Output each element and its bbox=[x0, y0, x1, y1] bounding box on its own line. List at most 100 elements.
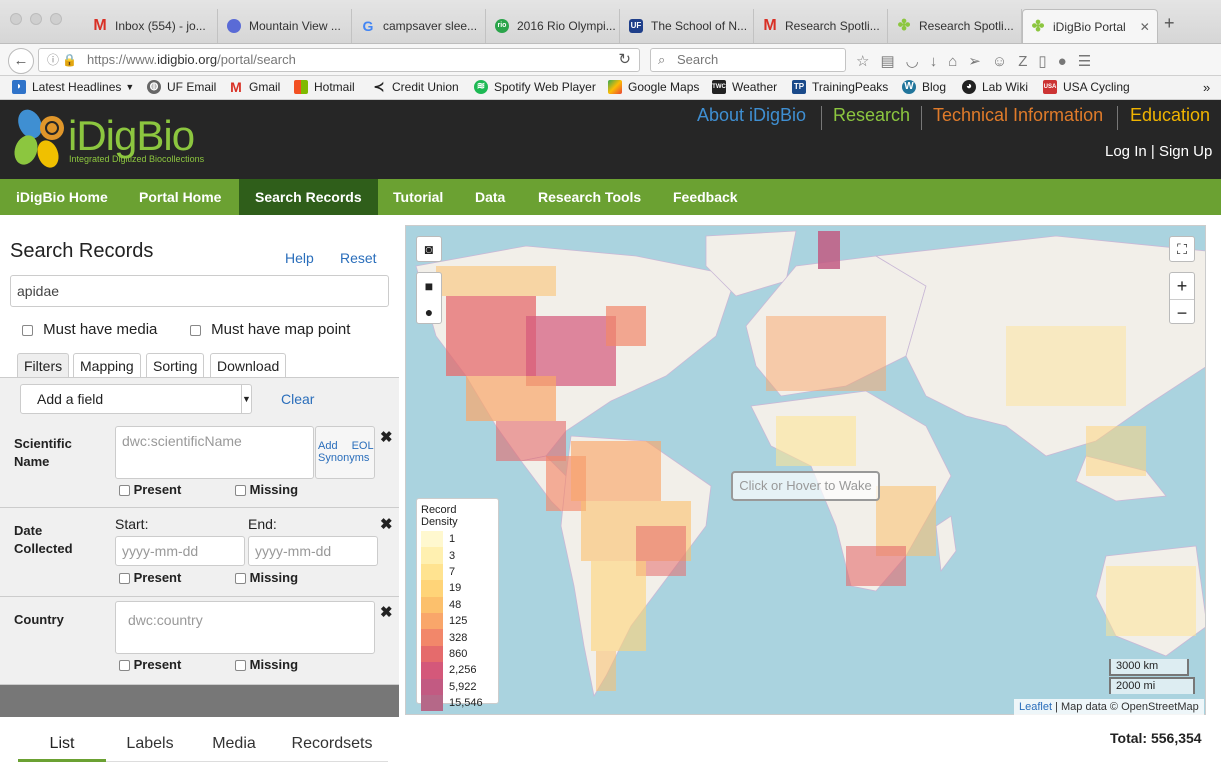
bookmark-hotmail[interactable]: Hotmail bbox=[294, 80, 355, 94]
nav-data[interactable]: Data bbox=[459, 179, 521, 215]
nav-idigbio-home[interactable]: iDigBio Home bbox=[0, 179, 124, 215]
tab-download[interactable]: Download bbox=[210, 353, 287, 377]
bookmark-trainingpeaks[interactable]: TP TrainingPeaks bbox=[792, 80, 888, 94]
fullscreen-icon[interactable]: ⛶ bbox=[1169, 236, 1195, 262]
tab-media[interactable]: Media bbox=[198, 728, 270, 762]
bookmark-gmail[interactable]: M Gmail bbox=[229, 80, 280, 94]
close-filter-icon[interactable]: ✖ bbox=[380, 603, 393, 621]
tab-filters[interactable]: Filters bbox=[17, 353, 70, 377]
topnav-about[interactable]: About iDigBio bbox=[697, 105, 806, 126]
zoom-in-icon[interactable]: + bbox=[1170, 273, 1194, 300]
nav-feedback[interactable]: Feedback bbox=[657, 179, 754, 215]
browser-tab[interactable]: M Inbox (554) - jo... bbox=[85, 9, 218, 43]
reset-link[interactable]: Reset bbox=[340, 250, 377, 266]
present-checkbox[interactable] bbox=[119, 660, 130, 672]
bookmark-latest-headlines[interactable]: ◗ Latest Headlines ▼ bbox=[12, 80, 134, 94]
window-zoom-button[interactable] bbox=[50, 13, 62, 25]
topnav-technical[interactable]: Technical Information bbox=[933, 105, 1103, 126]
bookmark-spotify[interactable]: ≋ Spotify Web Player bbox=[474, 80, 596, 94]
idigbio-logo-icon[interactable] bbox=[8, 104, 70, 172]
nav-search-records[interactable]: Search Records bbox=[239, 179, 378, 215]
present-checkbox[interactable] bbox=[119, 573, 130, 585]
site-info-icon[interactable]: ⓘ 🔒 bbox=[47, 49, 77, 71]
reload-icon[interactable]: ↻ bbox=[618, 49, 631, 71]
close-filter-icon[interactable]: ✖ bbox=[380, 515, 393, 533]
map-wake-overlay[interactable]: Click or Hover to Wake bbox=[731, 471, 880, 501]
browser-tab[interactable]: rio 2016 Rio Olympi... bbox=[487, 9, 620, 43]
add-field-select[interactable]: Add a field ▼ bbox=[20, 384, 252, 414]
bookmark-google-maps[interactable]: Google Maps bbox=[608, 80, 699, 94]
tab-labels[interactable]: Labels bbox=[110, 728, 190, 762]
bookmark-weather[interactable]: TWC Weather bbox=[712, 80, 777, 94]
extension-icon[interactable]: ● bbox=[1058, 53, 1078, 70]
new-tab-icon[interactable]: + bbox=[1164, 13, 1175, 34]
url-bar[interactable]: ⓘ 🔒 https://www.idigbio.org/portal/searc… bbox=[38, 48, 640, 72]
menu-icon[interactable]: ☰ bbox=[1078, 53, 1102, 70]
add-eol-synonyms-button[interactable]: Add EOL Synonyms bbox=[315, 426, 375, 479]
draw-rectangle-icon[interactable]: ■ bbox=[417, 273, 441, 299]
pocket-icon[interactable]: ◡ bbox=[906, 53, 930, 70]
panel-resize-handle[interactable] bbox=[0, 685, 399, 717]
bookmark-star-icon[interactable]: ☆ bbox=[856, 53, 880, 70]
missing-checkbox[interactable] bbox=[235, 660, 246, 672]
back-arrow-icon[interactable]: ← bbox=[8, 48, 34, 74]
nav-research-tools[interactable]: Research Tools bbox=[522, 179, 657, 215]
window-minimize-button[interactable] bbox=[30, 13, 42, 25]
topnav-research[interactable]: Research bbox=[833, 105, 910, 126]
bookmark-usa-cycling[interactable]: USA USA Cycling bbox=[1043, 80, 1130, 94]
browser-tab[interactable]: UF The School of N... bbox=[621, 9, 754, 43]
browser-tab[interactable]: G campsaver slee... bbox=[353, 9, 486, 43]
tab-list[interactable]: List bbox=[18, 728, 106, 762]
missing-checkbox[interactable] bbox=[235, 485, 246, 497]
zoom-out-icon[interactable]: − bbox=[1170, 300, 1194, 326]
nav-tutorial[interactable]: Tutorial bbox=[377, 179, 459, 215]
more-bookmarks-icon[interactable]: » bbox=[1203, 80, 1210, 95]
present-checkbox[interactable] bbox=[119, 485, 130, 497]
login-link[interactable]: Log In bbox=[1105, 143, 1147, 160]
bookmark-uf-email[interactable]: ◍ UF Email bbox=[147, 80, 216, 94]
search-input[interactable]: apidae bbox=[10, 275, 389, 307]
browser-tab[interactable]: Mountain View ... bbox=[219, 9, 352, 43]
send-icon[interactable]: ➢ bbox=[968, 53, 992, 70]
scientific-name-input[interactable]: dwc:scientificName bbox=[115, 426, 314, 479]
signup-link[interactable]: Sign Up bbox=[1159, 143, 1212, 160]
tab-mapping[interactable]: Mapping bbox=[73, 353, 141, 377]
logo-wordmark[interactable]: iDigBio bbox=[68, 112, 195, 160]
bookmark-credit-union[interactable]: ≺ Credit Union bbox=[372, 80, 459, 95]
topnav-divider bbox=[921, 106, 922, 130]
reading-list-icon[interactable]: ▤ bbox=[880, 53, 905, 70]
browser-search-input[interactable]: ⌕ Search bbox=[650, 48, 846, 72]
tab-label: Research Spotli... bbox=[919, 19, 1014, 33]
end-date-input[interactable]: yyyy-mm-dd bbox=[248, 536, 378, 566]
browser-tab[interactable]: ✤ Research Spotli... bbox=[889, 9, 1022, 43]
browser-tab[interactable]: M Research Spotli... bbox=[755, 9, 888, 43]
browser-tab-active[interactable]: ✤ iDigBio Portal ✕ bbox=[1022, 9, 1158, 43]
camera-icon[interactable]: ◙ bbox=[416, 236, 442, 262]
leaflet-link[interactable]: Leaflet bbox=[1019, 701, 1052, 713]
map-point-checkbox[interactable] bbox=[190, 324, 201, 336]
legend-row: 19 bbox=[421, 580, 494, 597]
bookmark-blog[interactable]: W Blog bbox=[902, 80, 946, 94]
window-close-button[interactable] bbox=[10, 13, 22, 25]
page-icon[interactable]: ▯ bbox=[1038, 53, 1057, 70]
legend-row: 15,546 bbox=[421, 694, 494, 712]
topnav-education[interactable]: Education bbox=[1130, 105, 1210, 126]
nav-portal-home[interactable]: Portal Home bbox=[123, 179, 237, 215]
download-icon[interactable]: ↓ bbox=[930, 53, 949, 70]
close-filter-icon[interactable]: ✖ bbox=[380, 428, 393, 446]
draw-circle-icon[interactable]: ● bbox=[417, 299, 441, 325]
record-density-map[interactable]: ◙ ■ ● ⛶ + − bbox=[405, 225, 1206, 715]
start-date-input[interactable]: yyyy-mm-dd bbox=[115, 536, 245, 566]
country-input[interactable]: dwc:country bbox=[115, 601, 375, 654]
missing-checkbox[interactable] bbox=[235, 573, 246, 585]
bookmark-lab-wiki[interactable]: ◕ Lab Wiki bbox=[962, 80, 1028, 94]
smile-icon[interactable]: ☺ bbox=[992, 53, 1018, 70]
close-tab-icon[interactable]: ✕ bbox=[1140, 20, 1150, 34]
zotero-icon[interactable]: Z bbox=[1018, 53, 1038, 70]
media-checkbox[interactable] bbox=[22, 324, 33, 336]
clear-link[interactable]: Clear bbox=[281, 391, 314, 407]
help-link[interactable]: Help bbox=[285, 250, 314, 266]
home-icon[interactable]: ⌂ bbox=[948, 53, 968, 70]
tab-sorting[interactable]: Sorting bbox=[146, 353, 205, 377]
tab-recordsets[interactable]: Recordsets bbox=[280, 728, 384, 762]
